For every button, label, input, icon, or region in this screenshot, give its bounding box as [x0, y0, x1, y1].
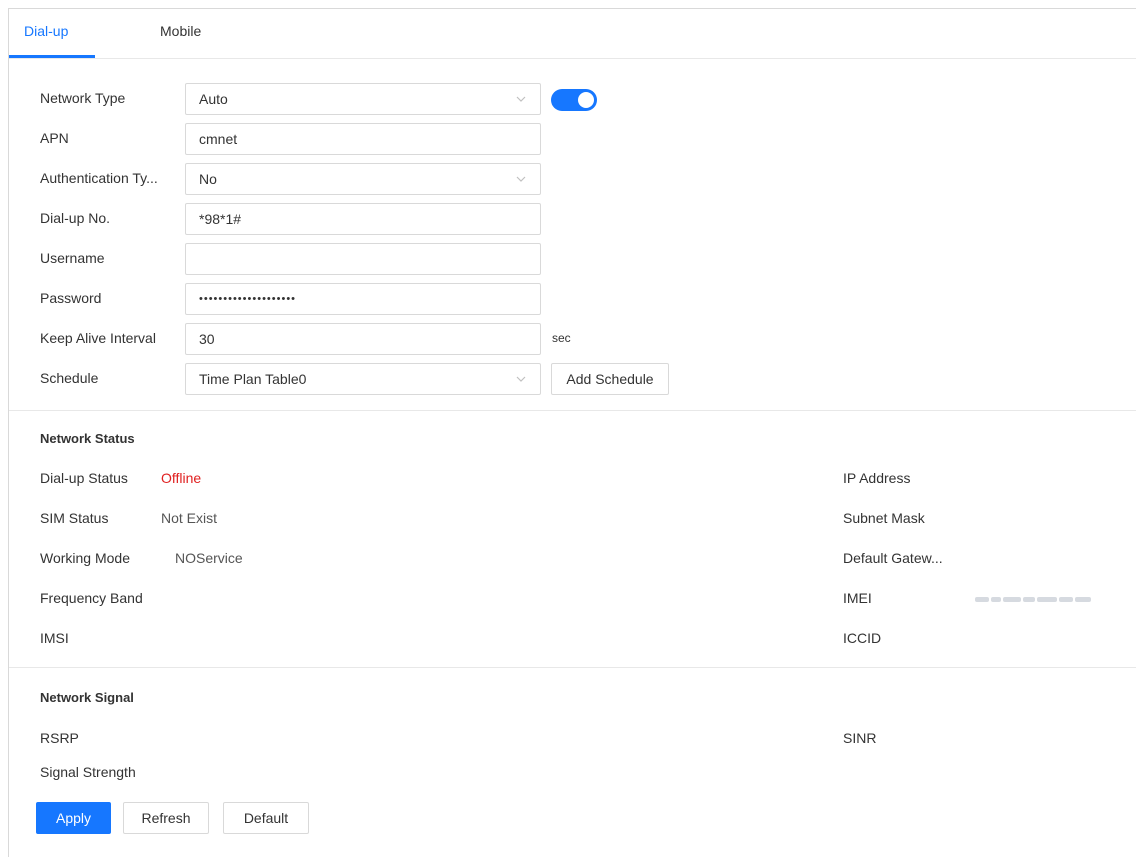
divider: [9, 667, 1136, 668]
apn-input[interactable]: [185, 123, 541, 155]
network-status-title: Network Status: [40, 431, 135, 446]
network-type-label: Network Type: [40, 90, 126, 106]
frequency-band-label: Frequency Band: [40, 590, 143, 606]
subnet-mask-label: Subnet Mask: [843, 510, 925, 526]
username-input-text[interactable]: [199, 251, 527, 267]
dialup-no-input-text[interactable]: [199, 211, 527, 227]
tab-mobile[interactable]: Mobile: [160, 23, 201, 39]
password-input[interactable]: ••••••••••••••••••••: [185, 283, 541, 315]
auth-type-label: Authentication Ty...: [40, 170, 158, 186]
tab-dialup[interactable]: Dial-up: [24, 23, 68, 39]
apply-button[interactable]: Apply: [36, 802, 111, 834]
sinr-label: SINR: [843, 730, 877, 746]
refresh-button[interactable]: Refresh: [123, 802, 209, 834]
dialup-status-label: Dial-up Status: [40, 470, 128, 486]
toggle-knob: [578, 92, 594, 108]
auth-type-select[interactable]: No: [185, 163, 541, 195]
imsi-label: IMSI: [40, 630, 69, 646]
sim-status-value: Not Exist: [161, 510, 218, 526]
network-type-value: Auto: [199, 91, 228, 107]
ip-address-label: IP Address: [843, 470, 911, 486]
rsrp-label: RSRP: [40, 730, 79, 746]
auth-type-value: No: [199, 171, 217, 187]
dialup-status-value: Offline: [161, 470, 202, 486]
network-signal-title: Network Signal: [40, 690, 134, 705]
network-enable-toggle[interactable]: [551, 89, 597, 111]
active-tab-indicator: [9, 55, 95, 58]
tab-bar: Dial-up Mobile: [9, 9, 1136, 59]
schedule-label: Schedule: [40, 370, 99, 386]
sim-status-label: SIM Status: [40, 510, 109, 526]
imei-label: IMEI: [843, 590, 872, 606]
apn-input-text[interactable]: [199, 131, 527, 147]
signal-strength-label: Signal Strength: [40, 764, 136, 780]
iccid-label: ICCID: [843, 630, 882, 646]
keep-alive-input-text[interactable]: [199, 331, 527, 347]
password-label: Password: [40, 290, 102, 306]
default-gateway-label: Default Gatew...: [843, 550, 943, 566]
add-schedule-button[interactable]: Add Schedule: [551, 363, 669, 395]
apn-label: APN: [40, 130, 69, 146]
chevron-down-icon: [515, 173, 527, 185]
dialup-no-input[interactable]: [185, 203, 541, 235]
schedule-value: Time Plan Table0: [199, 371, 307, 387]
working-mode-label: Working Mode: [40, 550, 131, 566]
chevron-down-icon: [515, 373, 527, 385]
schedule-select[interactable]: Time Plan Table0: [185, 363, 541, 395]
password-mask: ••••••••••••••••••••: [199, 293, 297, 305]
divider: [9, 410, 1136, 411]
dialup-no-label: Dial-up No.: [40, 210, 111, 226]
default-button[interactable]: Default: [223, 802, 309, 834]
keep-alive-label: Keep Alive Interval: [40, 330, 156, 346]
keep-alive-unit: sec: [552, 331, 571, 345]
username-label: Username: [40, 250, 105, 266]
keep-alive-input[interactable]: [185, 323, 541, 355]
working-mode-value: NOService: [175, 550, 243, 566]
imei-redacted-value: [975, 589, 1105, 603]
dialup-settings-panel: Dial-up Mobile Network Type Auto APN Aut…: [8, 8, 1136, 857]
network-type-select[interactable]: Auto: [185, 83, 541, 115]
chevron-down-icon: [515, 93, 527, 105]
username-input[interactable]: [185, 243, 541, 275]
